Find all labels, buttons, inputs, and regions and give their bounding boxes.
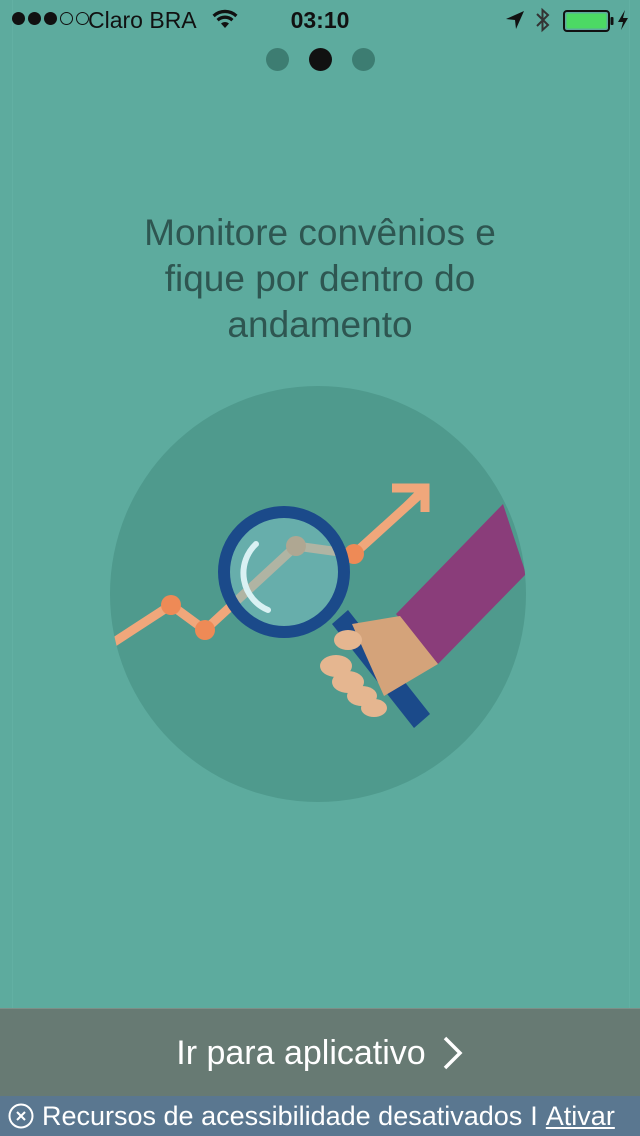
onboarding-page: Claro BRA 03:10 Monitore convênios e fiq xyxy=(0,0,640,1136)
enable-accessibility-link[interactable]: Ativar xyxy=(546,1101,615,1132)
accessibility-separator: I xyxy=(530,1100,538,1131)
accessibility-bar: Recursos de acessibilidade desativados I… xyxy=(0,1096,640,1136)
chevron-right-icon xyxy=(443,1036,463,1070)
accessibility-message: Recursos de acessibilidade desativados xyxy=(42,1100,523,1131)
battery-icon xyxy=(563,10,614,32)
headline-line: fique por dentro do xyxy=(164,258,476,299)
headline-line: Monitore convênios e xyxy=(144,212,496,253)
bluetooth-icon xyxy=(536,7,550,33)
magnifier-chart-icon xyxy=(110,386,526,802)
go-to-app-button[interactable]: Ir para aplicativo xyxy=(0,1008,640,1097)
headline-line: andamento xyxy=(227,304,413,345)
onboarding-headline: Monitore convênios e fique por dentro do… xyxy=(0,210,640,348)
go-to-app-label: Ir para aplicativo xyxy=(176,1033,426,1072)
page-indicator-dot[interactable] xyxy=(351,48,375,71)
close-circle-icon[interactable] xyxy=(8,1103,34,1129)
page-indicator-dot[interactable] xyxy=(265,48,289,71)
charging-bolt-icon xyxy=(618,10,628,30)
page-indicator[interactable] xyxy=(0,48,640,71)
page-indicator-dot-active[interactable] xyxy=(308,48,332,71)
status-bar: Claro BRA 03:10 xyxy=(0,0,640,40)
location-arrow-icon xyxy=(506,11,524,29)
